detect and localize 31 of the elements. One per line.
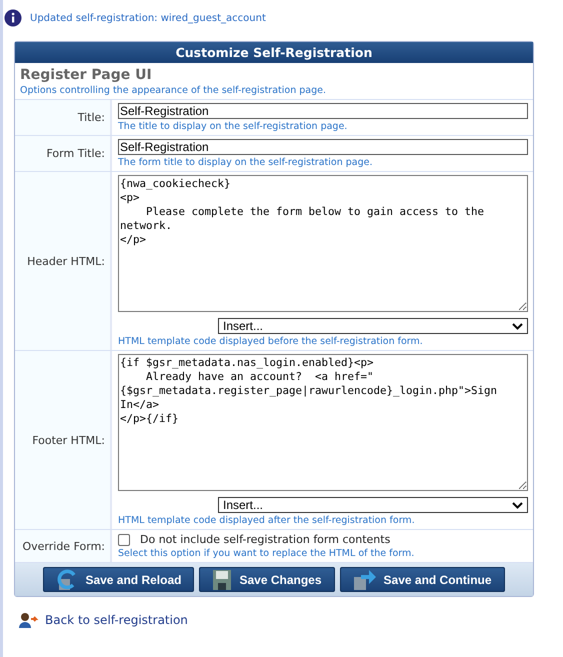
field-label: Override Form: [22,540,105,552]
panel-title: Customize Self-Registration [15,42,533,63]
checkbox-label: Do not include self-registration form contents [140,533,390,546]
html-editor[interactable]: {nwa_cookiecheck} <p> Please complete the form below to gain access to the network. </p> [118,175,528,312]
chevron-icon [512,502,523,508]
floppy-arrow-icon [352,568,377,590]
text-field[interactable]: Self-Registration [118,103,528,119]
html-editor[interactable]: {if $gsr_metadata.nas_login.enabled}<p> Already have an account? <a href="{$gsr_metadata.register_page|rawurlencode}_login.php">Sign In</a> </p>{/if} [118,354,528,491]
field-label: Header HTML: [27,254,105,268]
field-label: Form Title: [46,147,105,160]
info-icon [4,9,22,27]
chevron-icon [512,322,523,330]
field-label: Footer HTML: [32,434,105,446]
text-field[interactable]: Self-Registration [118,139,528,155]
back-link[interactable]: Back to self-registration [45,613,188,627]
section-description: Options controlling the appearance of the self-registration page. [20,85,327,96]
save-button[interactable]: Save and Reload [43,567,194,592]
section-title: Register Page UI [20,67,153,83]
field-help: Select this option if you want to replace the HTML of the form. [118,548,416,559]
save-button[interactable]: Save and Continue [340,567,505,592]
field-help: HTML template code displayed before the self-registration form. [118,336,424,347]
notice-message: Updated self-registration: wired_guest_account [30,12,266,24]
field-help: HTML template code displayed after the self-registration form. [118,515,416,526]
insert-dropdown[interactable]: Insert... [218,497,528,513]
insert-dropdown[interactable]: Insert... [218,318,528,334]
field-help: The title to display on the self-registration page. [118,121,348,132]
save-button[interactable]: Save Changes [199,567,335,592]
checkbox[interactable] [118,534,130,546]
field-help: The form title to display on the self-registration page. [118,157,374,168]
user-arrow-icon [17,610,39,630]
field-label: Title: [78,111,105,124]
